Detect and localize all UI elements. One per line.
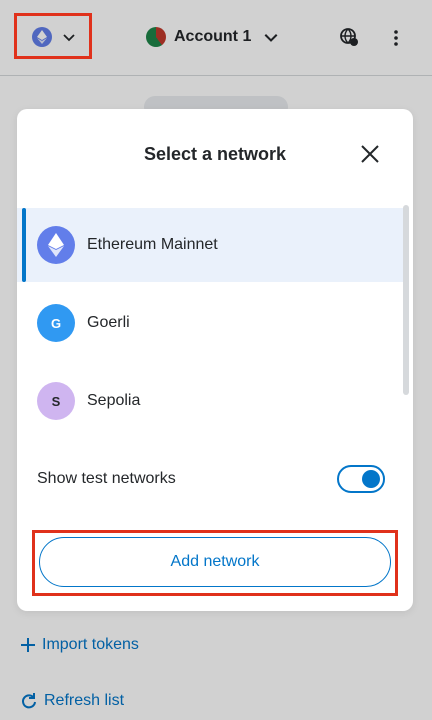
close-icon[interactable]: [359, 143, 381, 165]
network-item-goerli[interactable]: G Goerli: [17, 286, 405, 360]
add-network-button[interactable]: Add network: [39, 537, 391, 587]
select-network-modal: Select a network Ethereum Mainnet G Goer…: [17, 109, 413, 611]
network-label: Sepolia: [87, 392, 141, 409]
network-list-scrollbar[interactable]: [403, 205, 409, 395]
network-initial-avatar: S: [37, 382, 75, 420]
network-item-sepolia[interactable]: S Sepolia: [17, 364, 405, 438]
show-test-networks-label: Show test networks: [37, 470, 176, 487]
modal-title: Select a network: [143, 143, 287, 164]
network-label: Ethereum Mainnet: [87, 236, 218, 253]
show-test-networks-row: Show test networks: [37, 461, 385, 497]
modal-header: Select a network: [17, 109, 413, 199]
network-item-ethereum-mainnet[interactable]: Ethereum Mainnet: [17, 208, 405, 282]
toggle-knob: [362, 470, 380, 488]
show-test-networks-toggle[interactable]: [337, 465, 385, 493]
selected-indicator: [22, 208, 26, 282]
network-label: Goerli: [87, 314, 130, 331]
ethereum-icon: [37, 226, 75, 264]
network-initial-avatar: G: [37, 304, 75, 342]
